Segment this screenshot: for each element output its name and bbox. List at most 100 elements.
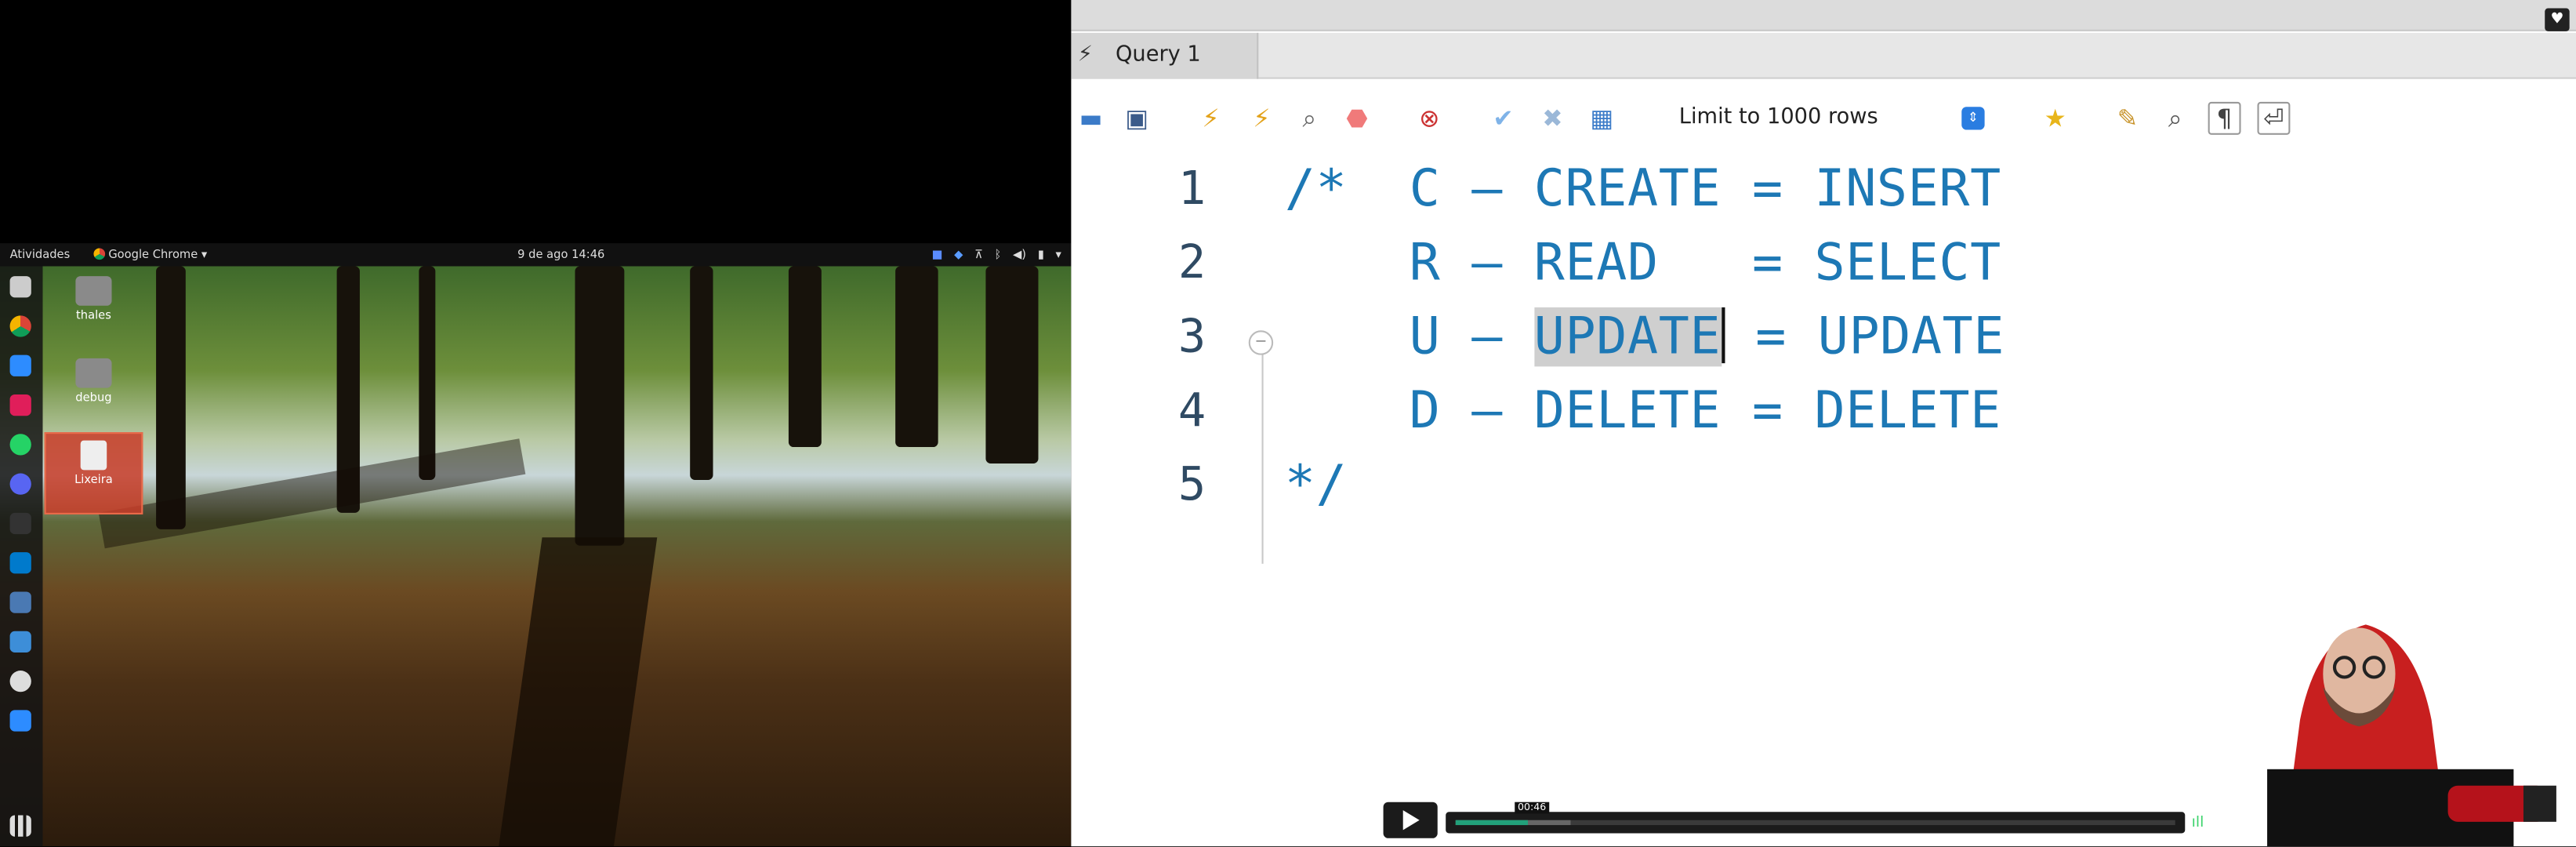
- code-text: /* C – CREATE = INSERT: [1284, 159, 2001, 219]
- app-menu[interactable]: Google Chrome ▾: [93, 243, 207, 266]
- desktop-item-label: Lixeira: [74, 473, 113, 487]
- line-number: 4: [1177, 383, 1206, 438]
- line-number: 2: [1177, 234, 1206, 289]
- volume-level-icon[interactable]: ıll: [2192, 815, 2204, 831]
- workbench-icon[interactable]: [9, 591, 31, 613]
- desktop-area: Atividades Google Chrome ▾ 9 de ago 14:4…: [0, 0, 1072, 847]
- tab-label: Query 1: [1115, 42, 1201, 67]
- desktop-folder-debug[interactable]: debug: [45, 358, 143, 405]
- zoom-icon[interactable]: [9, 354, 31, 376]
- editor-tabbar: ⚡ Query 1: [1071, 32, 2576, 79]
- find-icon[interactable]: ⌕: [2159, 102, 2192, 135]
- app-grid-icon[interactable]: [9, 815, 31, 837]
- chevron-updown-icon: ⇕: [1961, 107, 1985, 130]
- execute-current-icon[interactable]: ⚡: [1246, 102, 1279, 135]
- stop-icon[interactable]: ⬣: [1341, 102, 1373, 135]
- screen: Atividades Google Chrome ▾ 9 de ago 14:4…: [0, 0, 2576, 847]
- time-tooltip: 00:46: [1514, 802, 1550, 814]
- trash-icon: [80, 440, 107, 471]
- obs-icon[interactable]: [9, 671, 31, 693]
- tree-trunk: [156, 266, 186, 529]
- code-text: D – DELETE = DELETE: [1284, 381, 2001, 441]
- presenter-video: [2201, 605, 2576, 847]
- add-snippet-icon[interactable]: ★: [2039, 102, 2072, 135]
- app-menu-label: Google Chrome ▾: [108, 248, 208, 262]
- window-titlebar: ♥: [1071, 0, 2576, 31]
- wallpaper: [0, 266, 1072, 847]
- editor-line: 1 /* C – CREATE = INSERT: [1071, 153, 2576, 225]
- progress-fill: [1455, 820, 1528, 826]
- bluetooth-icon[interactable]: ᛒ: [995, 243, 1002, 266]
- vscode-icon[interactable]: [9, 552, 31, 574]
- commit-icon[interactable]: ✔: [1487, 102, 1520, 135]
- explain-icon[interactable]: ⌕: [1293, 102, 1326, 135]
- desktop-item-label: thales: [76, 308, 111, 322]
- tree-shadow: [495, 537, 658, 847]
- home-folder-icon: [75, 276, 112, 306]
- discord-icon[interactable]: [9, 473, 31, 495]
- editor-line: 5 */: [1071, 449, 2576, 521]
- tree-trunk: [895, 266, 938, 448]
- toggle-error-icon[interactable]: ⊗: [1413, 102, 1446, 135]
- autocommit-icon[interactable]: ▦: [1585, 102, 1618, 135]
- rollback-icon[interactable]: ✖: [1536, 102, 1569, 135]
- desktop-folder-home[interactable]: thales: [45, 276, 143, 322]
- network-icon[interactable]: ⊼: [974, 243, 983, 266]
- settings-gear-icon[interactable]: ⚙: [2221, 813, 2236, 831]
- progress-bar[interactable]: 00:46: [1446, 802, 2186, 834]
- editor-line: 2 R – READ = SELECT: [1071, 227, 2576, 299]
- limit-rows-value: Limit to 1000 rows: [1678, 105, 1878, 130]
- power-menu-icon[interactable]: ▾: [1055, 243, 1061, 266]
- fullscreen-icon[interactable]: ⤢: [2243, 813, 2256, 831]
- tree-trunk: [419, 266, 436, 480]
- clock[interactable]: 9 de ago 14:46: [517, 243, 604, 266]
- screenshot-icon[interactable]: [9, 631, 31, 653]
- line-number: 1: [1177, 161, 1206, 216]
- activities-button[interactable]: Atividades: [10, 243, 71, 266]
- code-prefix: U –: [1284, 307, 1534, 367]
- chrome-icon[interactable]: [9, 315, 31, 337]
- dock: [0, 266, 43, 847]
- terminal-icon[interactable]: [9, 512, 31, 535]
- desktop-item-label: debug: [75, 391, 112, 405]
- wrap-icon[interactable]: ⏎: [2257, 101, 2291, 135]
- code-text: U – UPDATE = UPDATE: [1285, 301, 2005, 373]
- code-text: R – READ = SELECT: [1284, 233, 2001, 293]
- execute-icon[interactable]: ⚡: [1195, 102, 1228, 135]
- whatsapp-icon[interactable]: [9, 434, 31, 456]
- beautify-icon[interactable]: ✎: [2111, 102, 2144, 135]
- code-text: */: [1284, 455, 1348, 514]
- save-icon[interactable]: ▣: [1120, 102, 1153, 135]
- sql-toolbar: ▬ ▣ ⚡ ⚡ ⌕ ⬣ ⊗ ✔ ✖ ▦ Limit to 1000 rows ⇕…: [1071, 80, 2576, 153]
- open-file-icon[interactable]: ▬: [1075, 102, 1108, 135]
- system-tray[interactable]: ■ ◆ ⊼ ᛒ ◀) ▮ ▾: [932, 243, 1061, 266]
- tree-trunk: [788, 266, 822, 448]
- tree-trunk: [575, 266, 625, 546]
- gnome-topbar: Atividades Google Chrome ▾ 9 de ago 14:4…: [0, 243, 1072, 267]
- dropbox-icon[interactable]: ◆: [954, 243, 963, 266]
- desktop-trash[interactable]: Lixeira: [44, 432, 143, 514]
- screenshare-icon[interactable]: ■: [932, 243, 943, 266]
- volume-icon[interactable]: ◀): [1013, 243, 1026, 266]
- chrome-icon: [93, 248, 106, 260]
- folder-icon: [75, 358, 112, 388]
- line-number: 3: [1177, 308, 1206, 364]
- editor-line: 3 U – UPDATE = UPDATE: [1071, 301, 2576, 373]
- tree-trunk: [985, 266, 1039, 463]
- files-icon[interactable]: [9, 276, 31, 298]
- webcam-overlay: [2201, 605, 2576, 847]
- sql-bolt-icon: ⚡: [1077, 42, 1093, 67]
- limit-rows-select[interactable]: Limit to 1000 rows ⇕: [1666, 100, 1991, 136]
- tab-query-1[interactable]: ⚡ Query 1: [1071, 32, 1259, 79]
- editor-line: 4 D – DELETE = DELETE: [1071, 375, 2576, 447]
- line-number: 5: [1177, 456, 1206, 511]
- zoom-meeting-icon[interactable]: [9, 710, 31, 732]
- text-selection: UPDATE: [1533, 307, 1722, 367]
- battery-icon[interactable]: ▮: [1038, 243, 1044, 266]
- slack-icon[interactable]: [9, 394, 31, 416]
- play-button[interactable]: [1383, 802, 1438, 838]
- tree-trunk: [690, 266, 713, 480]
- heart-icon[interactable]: ♥: [2545, 8, 2570, 31]
- invisible-chars-icon[interactable]: ¶: [2208, 101, 2241, 135]
- code-suffix: = UPDATE: [1724, 307, 2005, 367]
